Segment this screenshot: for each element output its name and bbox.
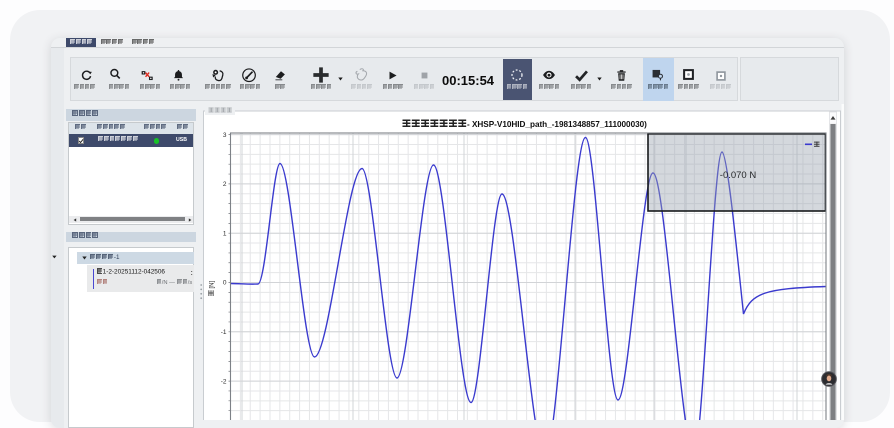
svg-text:0: 0 [223, 280, 227, 287]
svg-text:- XHSP-V10HID_path_-1981348857: - XHSP-V10HID_path_-1981348857_111000030… [467, 120, 647, 129]
svg-text:2: 2 [223, 181, 227, 188]
svg-text:-0.070 N: -0.070 N [720, 170, 757, 181]
svg-text:[N]: [N] [210, 281, 216, 289]
svg-text:3: 3 [223, 132, 227, 139]
svg-text:1: 1 [223, 230, 227, 237]
svg-text:-1: -1 [221, 329, 227, 336]
svg-text:-2: -2 [221, 378, 227, 385]
